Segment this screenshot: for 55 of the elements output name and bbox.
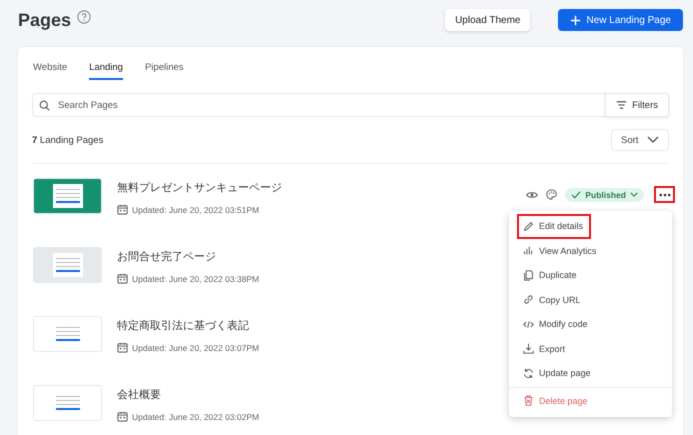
menu-item[interactable]: Export [517, 336, 574, 361]
chevron-down-icon [630, 192, 638, 197]
refresh-icon [523, 368, 534, 379]
calendar-icon [117, 411, 128, 422]
eye-icon[interactable] [526, 190, 538, 198]
page-thumbnail[interactable] [33, 316, 102, 352]
menu-item[interactable]: Modify code [517, 312, 596, 336]
dots-icon [658, 192, 670, 196]
page-title: Pages [18, 10, 72, 30]
menu-item[interactable]: Duplicate [517, 263, 585, 288]
sort-dropdown[interactable]: Sort [611, 129, 669, 151]
menu-item[interactable]: Edit details [517, 214, 592, 238]
help-icon[interactable] [77, 10, 92, 24]
pencil-icon [523, 220, 534, 232]
code-icon [523, 318, 534, 330]
tab[interactable]: Pipelines [144, 62, 184, 80]
check-icon [571, 190, 582, 198]
calendar-icon [117, 342, 128, 353]
search-field[interactable]: Search Pages [56, 98, 606, 112]
page-count: 7 Landing Pages [32, 134, 104, 146]
calendar-icon [117, 273, 128, 284]
page-thumbnail[interactable] [33, 178, 102, 214]
palette-icon[interactable] [546, 189, 558, 200]
menu-item[interactable]: Update page [517, 361, 599, 386]
plus-icon [570, 14, 582, 26]
menu-item[interactable]: View Analytics [517, 238, 604, 263]
updated-date: Updated: June 20, 2022 03:02PM [132, 412, 260, 422]
status-dropdown[interactable]: Published [565, 188, 644, 202]
more-options-button[interactable] [654, 186, 675, 203]
link-icon [523, 294, 534, 306]
menu-item[interactable]: Copy URL [517, 288, 589, 312]
search-box[interactable]: Search Pages [32, 93, 606, 117]
upload-theme-button[interactable]: Upload Theme [445, 9, 530, 31]
calendar-icon [117, 204, 128, 215]
page-thumbnail[interactable] [33, 247, 102, 283]
search-icon [39, 100, 50, 110]
updated-date: Updated: June 20, 2022 03:07PM [132, 342, 260, 352]
updated-date: Updated: June 20, 2022 03:38PM [132, 274, 260, 284]
duplicate-icon [523, 270, 534, 281]
page-title-link[interactable]: お問合せ完了ページ [117, 249, 216, 264]
tab[interactable]: Landing [89, 62, 123, 80]
updated-date: Updated: June 20, 2022 03:51PM [132, 204, 260, 214]
trash-icon [523, 395, 534, 406]
menu-item[interactable]: Delete page [517, 388, 596, 413]
new-landing-page-button[interactable]: New Landing Page [558, 9, 683, 31]
page-thumbnail[interactable] [33, 385, 102, 421]
page-title-link[interactable]: 会社概要 [117, 387, 161, 402]
download-icon [523, 343, 534, 354]
chevron-down-icon [647, 136, 659, 144]
filters-button[interactable]: Filters [605, 93, 669, 117]
bar-chart-icon [523, 245, 534, 256]
tab[interactable]: Website [33, 62, 68, 80]
filter-icon [616, 100, 628, 110]
page-title-link[interactable]: 特定商取引法に基づく表記 [117, 318, 249, 333]
page-title-link[interactable]: 無料プレゼントサンキューページ [117, 180, 282, 195]
